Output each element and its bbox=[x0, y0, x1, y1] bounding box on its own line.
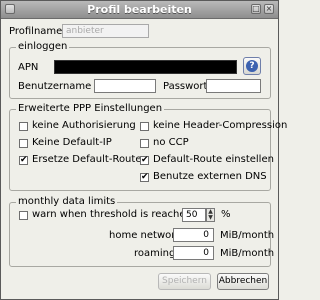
password-label: Passwort bbox=[163, 81, 208, 92]
restore-button[interactable]: □ bbox=[251, 4, 261, 14]
label-ersetze-default-route: Ersetze Default-Route bbox=[32, 154, 142, 165]
roaming-unit: MiB/month bbox=[220, 248, 275, 259]
username-label: Benutzername bbox=[18, 81, 92, 92]
apn-field[interactable] bbox=[54, 60, 237, 74]
checkbox-default-route-einstellen[interactable]: ✔ bbox=[140, 156, 149, 165]
label-keine-header-compression: keine Header-Compression bbox=[153, 120, 288, 131]
limits-legend: monthly data limits bbox=[16, 196, 118, 207]
home-network-input[interactable]: 0 bbox=[173, 228, 214, 242]
checkbox-benutze-externen-dns[interactable]: ✔ bbox=[140, 173, 149, 182]
checkbox-keine-default-ip[interactable] bbox=[19, 139, 28, 148]
label-warn-threshold: warn when threshold is reached: bbox=[32, 209, 196, 220]
login-legend: einloggen bbox=[16, 41, 70, 52]
help-icon: ? bbox=[246, 60, 258, 72]
checkbox-keine-authorisierung[interactable] bbox=[19, 122, 28, 131]
window-title: Profil bearbeiten bbox=[87, 3, 192, 16]
checkbox-warn-threshold[interactable] bbox=[19, 211, 28, 220]
username-field[interactable] bbox=[94, 79, 156, 93]
title-bar: Profil bearbeiten □ × bbox=[1, 1, 278, 19]
checkbox-keine-header-compression[interactable] bbox=[140, 122, 149, 131]
home-network-unit: MiB/month bbox=[220, 230, 275, 241]
save-button[interactable]: Speichern bbox=[158, 273, 211, 290]
roaming-label: roaming: bbox=[134, 248, 179, 259]
label-default-route-einstellen: Default-Route einstellen bbox=[153, 154, 274, 165]
label-keine-default-ip: Keine Default-IP bbox=[32, 137, 112, 148]
ppp-legend: Erweiterte PPP Einstellungen bbox=[16, 103, 165, 114]
threshold-unit: % bbox=[221, 209, 231, 220]
checkbox-ersetze-default-route[interactable]: ✔ bbox=[19, 156, 28, 165]
threshold-input[interactable]: 50 bbox=[182, 208, 206, 222]
cancel-button[interactable]: Abbrechen bbox=[217, 273, 269, 290]
roaming-input[interactable]: 0 bbox=[173, 246, 214, 260]
apn-label: APN bbox=[18, 62, 39, 73]
apn-lookup-button[interactable]: ? bbox=[243, 57, 261, 75]
label-no-ccp: no CCP bbox=[153, 137, 189, 148]
profile-name-label: Profilname: bbox=[9, 26, 66, 37]
checkbox-no-ccp[interactable] bbox=[140, 139, 149, 148]
label-keine-authorisierung: keine Authorisierung bbox=[32, 120, 136, 131]
profile-dialog: Profil bearbeiten □ × Profilname: anbiet… bbox=[0, 0, 287, 300]
label-benutze-externen-dns: Benutze externen DNS bbox=[153, 171, 267, 182]
close-button[interactable]: × bbox=[264, 4, 274, 14]
password-field[interactable] bbox=[206, 79, 261, 93]
profile-name-field[interactable]: anbieter bbox=[62, 24, 149, 38]
threshold-spinner[interactable]: ▲ ▼ bbox=[206, 208, 215, 222]
